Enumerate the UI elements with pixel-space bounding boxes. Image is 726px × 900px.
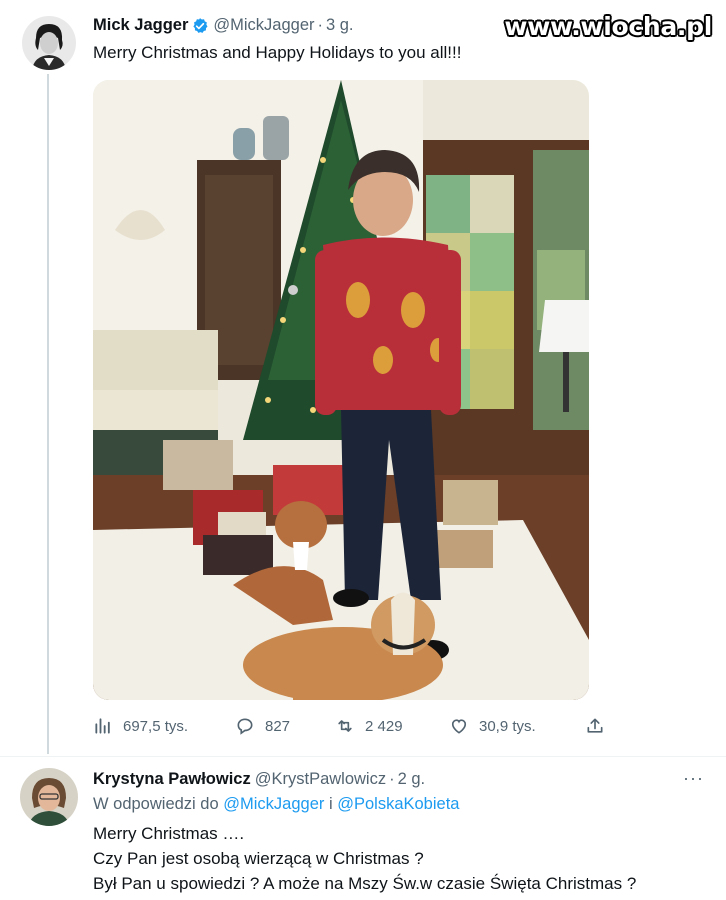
avatar-photo — [22, 16, 76, 70]
author-handle[interactable]: @MickJagger — [213, 16, 314, 35]
retweets-count: 2 429 — [365, 717, 403, 735]
verified-badge-icon — [193, 17, 208, 33]
replying-to-conj: i — [324, 795, 338, 813]
reply-text-line-2: Czy Pan jest osobą wierzącą w Christmas … — [93, 849, 424, 868]
speech-bubble-icon — [237, 718, 253, 735]
reply-timestamp[interactable]: 2 g. — [398, 770, 426, 789]
mention-polskakobieta-link[interactable]: @PolskaKobieta — [337, 795, 459, 813]
header-separator: · — [317, 16, 324, 34]
tweet-actions-bar: 697,5 tys. 827 2 429 30,9 tys. — [93, 716, 613, 740]
more-options-button[interactable]: ··· — [683, 768, 704, 789]
reply-header-separator: · — [389, 770, 395, 788]
thread-connector-line — [47, 74, 49, 754]
likes-count: 30,9 tys. — [479, 717, 536, 735]
retweet-button[interactable]: 2 429 — [335, 716, 403, 736]
replying-to-prefix: W odpowiedzi do — [93, 795, 224, 813]
tweet-timestamp[interactable]: 3 g. — [326, 16, 354, 35]
reply-text-line-3: Był Pan u spowiedzi ? A może na Mszy Św.… — [93, 874, 637, 893]
site-watermark: www.wiocha.pl — [504, 12, 712, 41]
reply-text-line-1: Merry Christmas …. — [93, 824, 245, 843]
tweet-text: Merry Christmas and Happy Holidays to yo… — [93, 43, 462, 62]
tweet-photo[interactable] — [93, 80, 589, 700]
views-count: 697,5 tys. — [123, 717, 189, 735]
replying-to-line: W odpowiedzi do @MickJagger i @PolskaKob… — [93, 795, 459, 814]
retweet-arrows-icon — [338, 720, 352, 732]
share-button[interactable] — [585, 716, 615, 736]
tweet-header: Mick Jagger @MickJagger · 3 g. — [93, 16, 354, 35]
bar-chart-icon — [95, 718, 110, 734]
like-button[interactable]: 30,9 tys. — [449, 716, 536, 736]
views-button[interactable]: 697,5 tys. — [93, 716, 188, 736]
reply-header: Krystyna Pawłowicz @KrystPawlowicz · 2 g… — [93, 770, 425, 789]
reply-author-handle[interactable]: @KrystPawlowicz — [255, 770, 386, 789]
heart-icon — [451, 719, 467, 734]
reply-author-name[interactable]: Krystyna Pawłowicz — [93, 770, 251, 789]
mention-mickjagger-link[interactable]: @MickJagger — [223, 795, 324, 813]
author-display-name[interactable]: Mick Jagger — [93, 16, 188, 35]
share-upload-icon — [587, 718, 603, 733]
reply-avatar-photo — [20, 768, 78, 826]
reply-button[interactable]: 827 — [235, 716, 290, 736]
replies-count: 827 — [265, 717, 291, 735]
reply-avatar[interactable] — [20, 768, 78, 826]
avatar[interactable] — [22, 16, 76, 70]
christmas-photo-image — [93, 80, 589, 700]
tweet-divider — [0, 756, 726, 757]
